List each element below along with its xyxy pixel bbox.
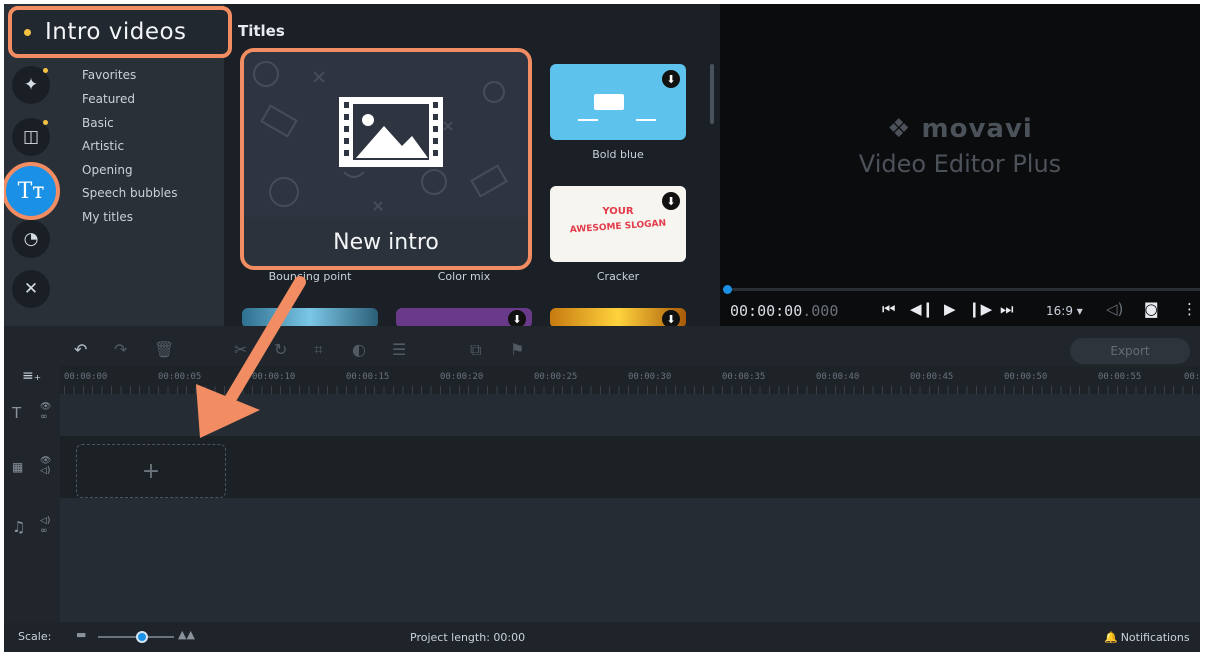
category-favorites[interactable]: Favorites [82,68,136,82]
intro-videos-callout: Intro videos [8,6,232,58]
title-track[interactable] [60,394,1200,436]
notifications-button[interactable]: 🔔 Notifications [1104,631,1190,644]
category-featured[interactable]: Featured [82,92,135,106]
titles-icon[interactable]: Tт [4,162,60,220]
video-track[interactable] [60,436,1200,498]
aspect-ratio-select[interactable]: 16:9 ▾ [1046,304,1083,318]
marker-icon[interactable]: ⚑ [510,340,524,359]
ruler-tick-label: 00:00:35 [722,372,766,382]
more-options-icon[interactable]: ⋮ [1182,300,1197,318]
audio-track-controls-icon[interactable]: ◁) ∞ [40,516,50,536]
category-artistic[interactable]: Artistic [82,139,124,153]
title-label-cracker: Cracker [596,270,640,283]
timecode-main: 00:00:00 [730,302,803,320]
cut-icon[interactable]: ✂ [234,340,247,359]
ruler-ticks [64,386,1200,394]
ruler-tick-label: 00:00:20 [440,372,484,382]
category-my-titles[interactable]: My titles [82,210,133,224]
seek-bar[interactable] [723,285,1200,294]
ruler-tick-label: 00:0 [1184,372,1200,382]
movavi-logo-icon: ❖ [887,114,922,144]
ruler-tick-label: 00:00:25 [534,372,578,382]
drop-zone[interactable]: + [76,444,226,498]
aspect-ratio-value: 16:9 [1046,304,1073,318]
zoom-in-icon[interactable]: ▲▲ [178,628,195,641]
title-label-bold-blue: Bold blue [592,148,644,161]
scale-label: Scale: [18,630,52,643]
download-icon[interactable]: ⬇ [662,70,680,88]
transitions-icon[interactable]: ◫ [12,118,50,156]
intro-pattern [244,52,528,217]
brand-name: movavi [921,114,1033,144]
add-track-icon[interactable]: ≡₊ [22,368,41,384]
ruler-tick-label: 00:00:50 [1004,372,1048,382]
ruler-tick-label: 00:00:55 [1098,372,1142,382]
crop-icon[interactable]: ⌗ [314,340,323,360]
scale-slider-knob[interactable] [136,631,148,643]
skip-start-icon[interactable]: ⏮ [882,300,896,318]
ruler-tick-label: 00:00:05 [158,372,202,382]
video-track-controls-icon[interactable]: 👁 ◁) [40,456,51,476]
title-thumb-row3-3[interactable]: ⬇ [550,308,686,328]
movavi-window: ✦ ◫ Tт ◔ ✕ Favorites Featured Basic Arti… [4,4,1200,652]
category-basic[interactable]: Basic [82,116,114,130]
category-opening[interactable]: Opening [82,163,133,177]
skip-end-icon[interactable]: ⏭ [1000,300,1014,318]
ruler-tick-label: 00:00:10 [252,372,296,382]
stickers-icon[interactable]: ◔ [12,220,50,258]
player-branding: ❖ movavi Video Editor Plus [720,114,1200,178]
color-adjust-icon[interactable]: ◐ [352,340,366,359]
play-icon[interactable]: ▶ [944,300,956,318]
category-speech-bubbles[interactable]: Speech bubbles [82,186,177,200]
title-thumb-cracker[interactable]: YOUR AWESOME SLOGAN ⬇ [550,186,686,262]
intro-videos-label: Intro videos [45,19,187,45]
title-thumb-row3-1[interactable] [242,308,378,328]
ruler-tick-label: 00:00:30 [628,372,672,382]
timecode: 00:00:00.000 [730,302,838,320]
notifications-label: Notifications [1120,631,1190,644]
prev-frame-icon[interactable]: ◀❙ [910,300,934,318]
clip-properties-icon[interactable]: ☰ [392,340,406,359]
undo-icon[interactable]: ↶ [74,340,87,359]
new-intro-label: New intro [333,230,439,255]
ruler-tick-label: 00:00:45 [910,372,954,382]
zoom-out-icon[interactable]: ▬ [76,628,86,641]
tools-icon[interactable]: ✕ [12,270,50,308]
next-frame-icon[interactable]: ❙▶ [968,300,992,318]
ruler-tick-label: 00:00:00 [64,372,108,382]
snapshot-icon[interactable]: ◙ [1144,300,1159,318]
film-image-icon [339,97,443,167]
project-length: Project length: 00:00 [410,631,526,644]
audio-track[interactable] [60,498,1200,622]
seek-knob[interactable] [723,285,732,294]
title-track-icon: T [12,404,22,422]
ruler-tick-label: 00:00:40 [816,372,860,382]
title-thumb-row3-2[interactable]: ⬇ [396,308,532,328]
title-label-bouncing-point: Bouncing point [268,270,352,283]
export-button[interactable]: Export [1070,338,1190,364]
volume-icon[interactable]: ◁) [1106,300,1123,318]
timecode-ms: .000 [802,302,839,320]
delete-icon[interactable]: 🗑 [154,340,174,359]
gallery-scrollbar[interactable] [710,64,714,124]
rotate-icon[interactable]: ↻ [274,340,287,359]
title-thumb-bold-blue[interactable]: ⬇ [550,64,686,140]
overlay-icon[interactable]: ⧉ [470,340,481,360]
video-track-icon: ▦ [12,460,24,474]
title-label-color-mix: Color mix [437,270,491,283]
bell-icon: 🔔 [1104,631,1118,644]
cracker-text-2: AWESOME SLOGAN [569,218,667,236]
redo-icon[interactable]: ↷ [114,340,127,359]
bullet-icon [24,28,31,36]
audio-track-icon: ♫ [12,518,26,536]
timeline-toolbar [4,326,1200,366]
section-title: Titles [238,22,285,40]
ruler-tick-label: 00:00:15 [346,372,390,382]
product-name: Video Editor Plus [858,150,1062,178]
title-track-visibility-icon[interactable]: 👁 ∞ [40,402,51,422]
new-intro-card[interactable]: New intro [240,48,532,270]
download-icon[interactable]: ⬇ [662,192,680,210]
magic-wand-icon[interactable]: ✦ [12,66,50,104]
